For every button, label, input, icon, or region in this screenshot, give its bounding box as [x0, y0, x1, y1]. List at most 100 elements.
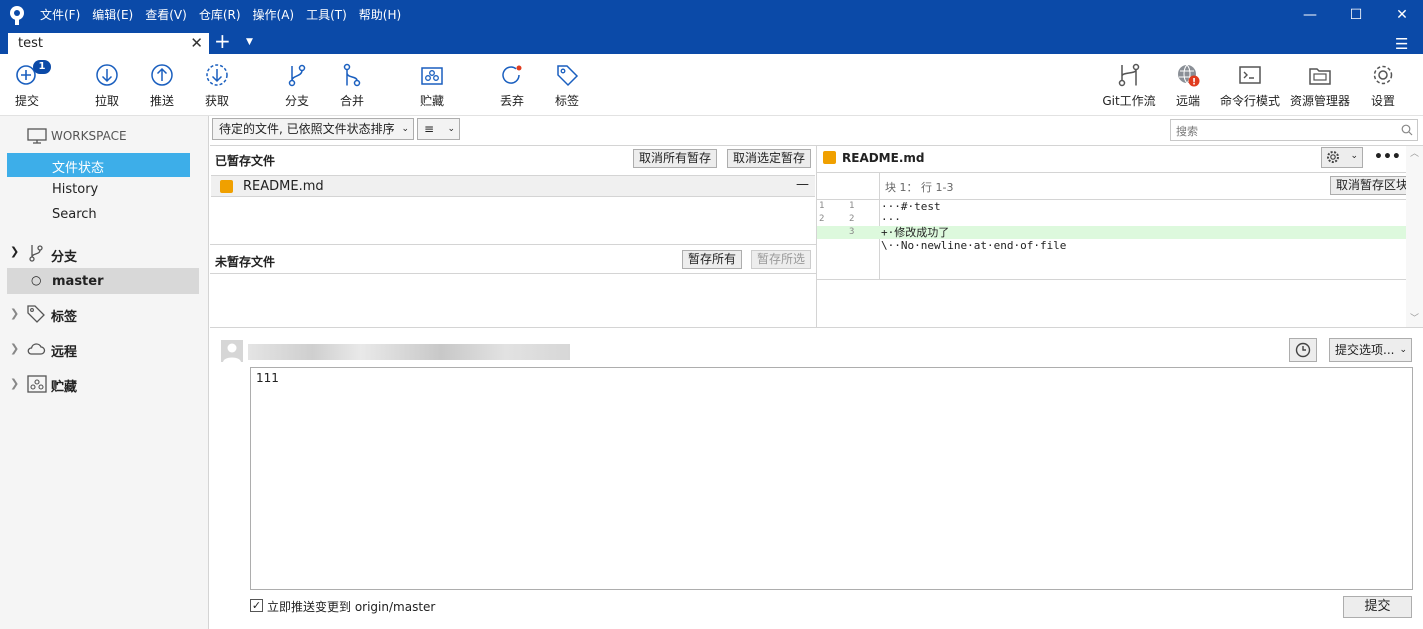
gear-icon: [1373, 65, 1393, 85]
settings-label: 设置: [1370, 94, 1395, 108]
gear-icon: [1327, 151, 1339, 163]
tags-header[interactable]: 标签: [51, 306, 77, 325]
new-line-number: 2: [849, 214, 855, 224]
menu-view[interactable]: 查看(V): [145, 7, 187, 23]
scroll-up-icon[interactable]: ︿: [1410, 146, 1419, 159]
stage-all-button[interactable]: 暂存所有: [682, 250, 743, 269]
push-button[interactable]: 推送: [136, 62, 188, 109]
commit-button[interactable]: 1 提交: [1, 60, 53, 109]
hamburger-menu-icon[interactable]: ☰: [1395, 35, 1408, 53]
more-options-icon[interactable]: •••: [1374, 149, 1401, 165]
svg-text:!: !: [1192, 78, 1196, 88]
explorer-label: 资源管理器: [1289, 94, 1350, 108]
menu-repository[interactable]: 仓库(R): [199, 7, 241, 23]
sidebar: WORKSPACE 文件状态 History Search ❯ 分支 ○ mas…: [0, 116, 209, 629]
discard-button[interactable]: 丢弃: [486, 62, 538, 109]
sidebar-item-history[interactable]: History: [52, 182, 98, 197]
commit-submit-button[interactable]: 提交: [1343, 596, 1412, 618]
divider: [817, 172, 1406, 173]
diff-line: 3 +·修改成功了: [817, 226, 1406, 239]
diff-line: \··No·newline·at·end·of·file: [817, 239, 1406, 252]
repo-tab[interactable]: test ✕: [8, 33, 209, 54]
sort-dropdown[interactable]: 待定的文件, 已依照文件状态排序 ⌄: [212, 118, 414, 140]
view-mode-dropdown[interactable]: ≡ ⌄: [417, 118, 460, 140]
remotes-expand-icon[interactable]: ❯: [10, 342, 19, 355]
minimize-button[interactable]: —: [1300, 6, 1320, 24]
menu-help[interactable]: 帮助(H): [359, 7, 401, 23]
globe-icon: !: [1178, 64, 1200, 88]
list-view-icon: ≡: [424, 122, 435, 136]
search-input[interactable]: 搜索: [1170, 119, 1418, 141]
unstage-selected-button[interactable]: 取消选定暂存: [727, 149, 812, 168]
pull-icon: [96, 64, 118, 86]
stash-button[interactable]: 贮藏: [406, 62, 458, 109]
tag-button[interactable]: 标签: [541, 62, 593, 109]
chevron-down-icon: ⌄: [1399, 345, 1407, 355]
branches-expand-icon[interactable]: ❯: [10, 245, 19, 258]
toolbar: 1 提交 拉取 推送 获取 分支 合并 贮藏 丢弃 标签 Git工作流 ! 远端: [0, 54, 1423, 116]
unstaged-files-header: 未暂存文件: [215, 255, 276, 269]
remotes-header[interactable]: 远程: [51, 341, 77, 360]
tag-label: 标签: [554, 94, 579, 108]
push-immediately-checkbox[interactable]: ✓: [250, 599, 263, 612]
diff-scrollbar[interactable]: ︿ ﹀: [1406, 146, 1423, 327]
branch-label: 分支: [284, 94, 309, 108]
unstage-all-button[interactable]: 取消所有暂存: [633, 149, 718, 168]
file-status-label: 文件状态: [52, 161, 105, 176]
menu-edit[interactable]: 编辑(E): [92, 7, 133, 23]
branch-master-label: master: [52, 274, 104, 289]
remote-button[interactable]: ! 远端: [1162, 62, 1214, 109]
merge-label: 合并: [339, 94, 364, 108]
branch-button[interactable]: 分支: [271, 62, 323, 109]
commit-history-button[interactable]: [1289, 338, 1317, 362]
push-icon: [151, 64, 173, 86]
maximize-button[interactable]: ☐: [1346, 6, 1366, 24]
close-tab-icon[interactable]: ✕: [190, 34, 203, 52]
scroll-down-icon[interactable]: ﹀: [1410, 311, 1419, 324]
diff-options-button[interactable]: ⌄: [1321, 147, 1363, 168]
sort-dropdown-value: 待定的文件, 已依照文件状态排序: [219, 122, 395, 136]
close-window-button[interactable]: ✕: [1392, 6, 1412, 24]
staged-file-name: README.md: [243, 179, 324, 194]
modified-file-icon: [823, 151, 836, 164]
commit-message-input[interactable]: 111: [250, 367, 1413, 590]
staged-files-header: 已暂存文件: [215, 154, 276, 168]
unstage-hunk-button[interactable]: 取消暂存区块: [1330, 176, 1415, 195]
divider: [210, 244, 817, 245]
tab-dropdown-icon[interactable]: ▼: [246, 37, 253, 47]
commit-options-dropdown[interactable]: 提交选项... ⌄: [1329, 338, 1412, 362]
explorer-button[interactable]: 资源管理器: [1288, 62, 1352, 109]
new-tab-button[interactable]: +: [214, 31, 231, 51]
git-flow-button[interactable]: Git工作流: [1098, 62, 1160, 109]
discard-label: 丢弃: [499, 94, 524, 108]
branches-header[interactable]: 分支: [51, 246, 77, 265]
pull-button[interactable]: 拉取: [81, 62, 133, 109]
old-line-number: 2: [819, 213, 825, 226]
sidebar-item-search[interactable]: Search: [52, 207, 97, 222]
tags-expand-icon[interactable]: ❯: [10, 307, 19, 320]
settings-button[interactable]: 设置: [1357, 62, 1409, 109]
push-immediately-label[interactable]: 立即推送变更到 origin/master: [267, 598, 435, 615]
unstage-file-icon[interactable]: —: [796, 177, 809, 192]
commit-label: 提交: [14, 94, 39, 108]
stash-icon: [27, 375, 47, 393]
commit-options-label: 提交选项...: [1335, 343, 1395, 357]
merge-button[interactable]: 合并: [326, 62, 378, 109]
terminal-button[interactable]: 命令行模式: [1218, 62, 1282, 109]
push-label: 推送: [149, 94, 174, 108]
diff-file-name: README.md: [842, 151, 925, 165]
remote-label: 远端: [1175, 94, 1200, 108]
avatar: [221, 340, 243, 362]
stashes-header[interactable]: 贮藏: [51, 376, 77, 395]
staged-file-row[interactable]: README.md —: [211, 175, 815, 197]
menu-tools[interactable]: 工具(T): [306, 7, 347, 23]
stashes-expand-icon[interactable]: ❯: [10, 377, 19, 390]
divider: [817, 279, 1406, 280]
menu-actions[interactable]: 操作(A): [253, 7, 295, 23]
commit-message-text: 111: [256, 371, 279, 385]
new-line-number: 1: [849, 201, 855, 211]
fetch-button[interactable]: 获取: [191, 62, 243, 109]
menu-file[interactable]: 文件(F): [40, 7, 80, 23]
stage-selected-button[interactable]: 暂存所选: [751, 250, 812, 269]
discard-icon: [502, 65, 522, 84]
